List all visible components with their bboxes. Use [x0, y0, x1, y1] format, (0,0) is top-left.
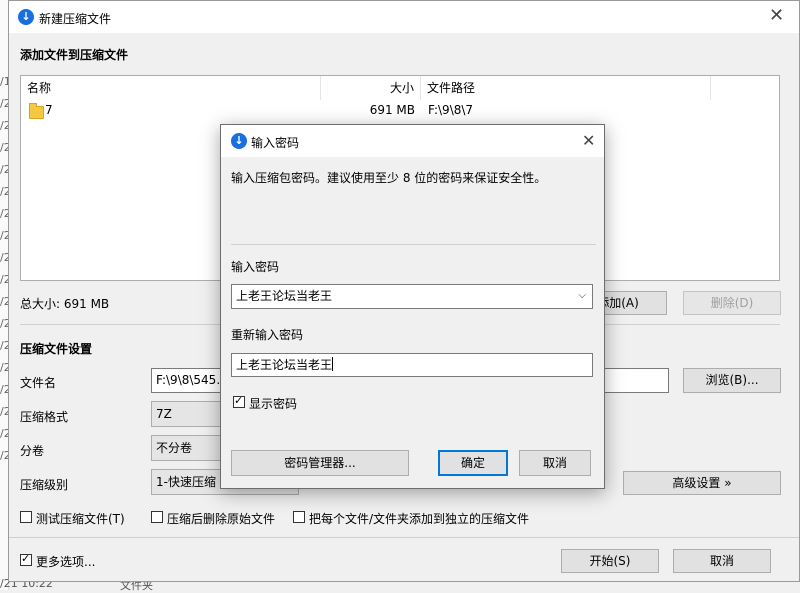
show-password-checkbox[interactable]	[233, 394, 245, 408]
test-archive-checkbox[interactable]	[20, 511, 32, 523]
show-password-label[interactable]: 显示密码	[249, 395, 297, 412]
text-caret	[332, 357, 334, 371]
dialog-cancel-button[interactable]: 取消	[519, 450, 591, 476]
main-title: 新建压缩文件	[39, 12, 112, 26]
confirm-password-label: 重新输入密码	[231, 328, 304, 342]
browse-button[interactable]: 浏览(B)...	[683, 368, 781, 393]
dialog-description: 输入压缩包密码。建议使用至少 8 位的密码来保证安全性。	[231, 171, 547, 185]
password-label: 输入密码	[231, 260, 280, 274]
delete-button[interactable]: 删除(D)	[683, 291, 781, 315]
password-value: 上老王论坛当老王	[236, 289, 333, 303]
row-size: 691 MB	[369, 103, 415, 117]
close-icon[interactable]: ✕	[582, 132, 595, 150]
each-file-label[interactable]: 把每个文件/文件夹添加到独立的压缩文件	[309, 510, 529, 527]
close-icon[interactable]: ✕	[769, 7, 784, 25]
level-label: 压缩级别	[20, 478, 69, 492]
column-header-name[interactable]: 名称	[21, 76, 321, 100]
file-name-label: 文件名	[20, 376, 57, 390]
ok-button[interactable]: 确定	[438, 450, 508, 476]
settings-title: 压缩文件设置	[20, 342, 93, 356]
confirm-password-input[interactable]: 上老王论坛当老王	[231, 353, 593, 377]
row-path: F:\9\8\7	[428, 103, 474, 117]
cancel-button[interactable]: 取消	[673, 549, 771, 573]
main-titlebar[interactable]: ↓ 新建压缩文件 ✕	[9, 1, 799, 33]
chevron-down-icon[interactable]: ⌵	[578, 285, 586, 307]
folder-icon	[29, 103, 44, 119]
dialog-title: 输入密码	[251, 136, 300, 150]
total-size: 总大小: 691 MB	[20, 297, 110, 311]
advanced-settings-button[interactable]: 高级设置 »	[623, 471, 781, 495]
start-button[interactable]: 开始(S)	[561, 549, 659, 573]
column-header-path[interactable]: 文件路径	[421, 76, 711, 100]
password-dialog: ↓ 输入密码 ✕ 输入压缩包密码。建议使用至少 8 位的密码来保证安全性。 输入…	[220, 124, 605, 489]
password-input[interactable]: 上老王论坛当老王 ⌵	[231, 284, 593, 309]
confirm-password-value: 上老王论坛当老王	[236, 358, 333, 372]
delete-after-label[interactable]: 压缩后删除原始文件	[167, 510, 275, 527]
more-options-checkbox[interactable]	[20, 552, 32, 566]
column-header-empty	[711, 76, 779, 100]
dialog-titlebar[interactable]: ↓ 输入密码 ✕	[221, 125, 604, 157]
separator	[231, 244, 596, 245]
add-files-title: 添加文件到压缩文件	[20, 48, 129, 62]
volume-label: 分卷	[20, 444, 45, 458]
app-logo-icon: ↓	[231, 133, 247, 149]
more-options-label[interactable]: 更多选项...	[36, 553, 95, 570]
column-header-size[interactable]: 大小	[321, 76, 421, 100]
each-file-checkbox[interactable]	[293, 511, 305, 523]
test-archive-label[interactable]: 测试压缩文件(T)	[36, 510, 125, 527]
separator	[9, 537, 799, 538]
password-manager-button[interactable]: 密码管理器...	[231, 450, 409, 476]
delete-after-checkbox[interactable]	[151, 511, 163, 523]
format-label: 压缩格式	[20, 410, 69, 424]
table-row[interactable]: 7 691 MB F:\9\8\7	[21, 100, 779, 122]
row-name: 7	[45, 103, 53, 117]
app-logo-icon: ↓	[18, 9, 34, 25]
